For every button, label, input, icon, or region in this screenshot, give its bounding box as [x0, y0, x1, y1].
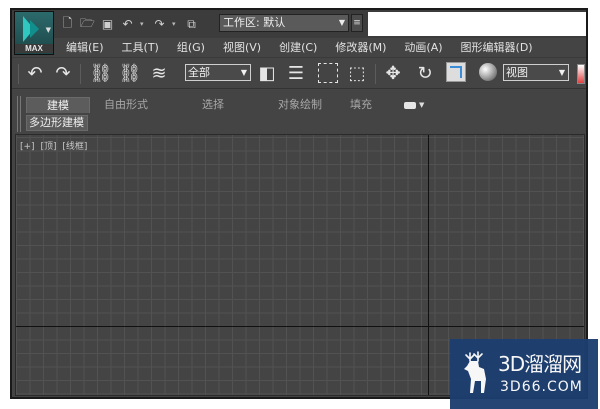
menu-views[interactable]: 视图(V)	[213, 39, 269, 55]
select-and-link-icon[interactable]: ⛓	[90, 62, 113, 84]
select-and-place-icon[interactable]	[479, 63, 497, 81]
tab-selection[interactable]: 选择	[188, 97, 238, 113]
menu-create[interactable]: 创建(C)	[269, 39, 325, 55]
redo-dropdown-icon[interactable]: ▾	[172, 20, 179, 28]
toolbar-separator	[80, 64, 81, 84]
menu-tools[interactable]: 工具(T)	[112, 39, 167, 55]
selection-filter-select[interactable]: 全部 ▼	[185, 64, 251, 81]
chevron-down-icon: ▼	[419, 101, 425, 109]
menu-bar: 编辑(E) 工具(T) 组(G) 视图(V) 创建(C) 修改器(M) 动画(A…	[56, 38, 586, 56]
viewport-shading-mode[interactable]: [线框]	[62, 142, 87, 152]
undo-icon[interactable]: ↶	[24, 62, 46, 84]
main-toolbar: ↶ ↷ ⛓ ⛓ ≋ 全部 ▼ ◧ ☰ ⬚ ✥ ↻ 视图 ▼	[12, 57, 586, 89]
undo-icon[interactable]: ↶	[120, 17, 135, 32]
reference-coordinate-value: 视图	[506, 66, 528, 79]
use-pivot-center-icon[interactable]	[577, 64, 585, 84]
ribbon-options-icon	[404, 101, 416, 109]
tab-modeling[interactable]: 建模	[26, 97, 90, 113]
title-area-blank	[368, 12, 586, 36]
ribbon: 建模 自由形式 选择 对象绘制 填充 ▼ 多边形建模	[12, 92, 586, 132]
menu-modifiers[interactable]: 修改器(M)	[325, 39, 394, 55]
customize-quick-access-button[interactable]: ≡	[351, 14, 363, 32]
reference-coordinate-select[interactable]: 视图 ▼	[503, 64, 569, 81]
ribbon-tabs: 建模 自由形式 选择 对象绘制 填充 ▼	[26, 96, 424, 114]
undo-dropdown-icon[interactable]: ▾	[140, 20, 147, 28]
app-logo-text: MAX	[15, 44, 53, 53]
polygon-modeling-panel[interactable]: 多边形建模	[26, 115, 88, 131]
viewport-menu-plus[interactable]: [+]	[20, 142, 35, 152]
menu-graph-editors[interactable]: 图形编辑器(D)	[451, 39, 541, 55]
save-icon[interactable]: ▣	[100, 17, 115, 32]
title-bar: ▼ MAX 🗋 🗁 ▣ ↶ ▾ ↷ ▾ ⧉ 工作区: 默认 ▼ ≡	[12, 10, 586, 55]
grid-axis-horizontal	[16, 326, 584, 327]
project-folder-icon[interactable]: ⧉	[184, 17, 199, 32]
open-folder-icon[interactable]: 🗁	[80, 16, 95, 32]
watermark-url: 3D66.COM	[500, 379, 583, 395]
menu-animation[interactable]: 动画(A)	[394, 39, 450, 55]
select-object-icon[interactable]: ◧	[256, 62, 278, 84]
redo-icon[interactable]: ↷	[52, 62, 74, 84]
toolbar-separator	[375, 64, 376, 84]
tab-object-paint[interactable]: 对象绘制	[264, 97, 336, 113]
tab-freeform[interactable]: 自由形式	[90, 97, 162, 113]
menu-edit[interactable]: 编辑(E)	[56, 39, 112, 55]
chevron-down-icon: ▼	[240, 68, 247, 77]
grid-axis-vertical	[428, 135, 429, 395]
viewport-label[interactable]: [+] [顶] [线框]	[20, 139, 90, 152]
select-by-name-icon[interactable]: ☰	[285, 62, 307, 84]
select-and-move-icon[interactable]: ✥	[382, 62, 404, 84]
watermark-title: 3D溜溜网	[498, 352, 582, 376]
app-menu-caret-icon: ▼	[45, 26, 51, 34]
unlink-selection-icon[interactable]: ⛓	[119, 62, 142, 84]
bind-to-space-warp-icon[interactable]: ≋	[148, 62, 170, 84]
ribbon-handle[interactable]	[17, 96, 21, 132]
window-crossing-icon[interactable]: ⬚	[346, 62, 368, 84]
select-and-scale-icon[interactable]	[446, 62, 466, 82]
toolbar-handle	[18, 64, 19, 84]
workspace-label: 工作区: 默认	[223, 16, 286, 29]
menu-group[interactable]: 组(G)	[167, 39, 213, 55]
ribbon-options-button[interactable]: ▼	[386, 101, 424, 109]
viewport-view-name[interactable]: [顶]	[40, 142, 56, 152]
new-file-icon[interactable]: 🗋	[60, 16, 75, 32]
chevron-down-icon: ▼	[558, 68, 565, 77]
selection-filter-value: 全部	[188, 66, 210, 79]
app-logo-accent	[30, 20, 39, 38]
workspace-select[interactable]: 工作区: 默认 ▼	[219, 14, 349, 32]
watermark-logo: 3D溜溜网 3D66.COM	[450, 339, 598, 409]
application-button[interactable]: ▼ MAX	[14, 11, 54, 55]
rectangular-selection-icon[interactable]	[318, 63, 338, 83]
quick-access-toolbar: 🗋 🗁 ▣ ↶ ▾ ↷ ▾ ⧉	[60, 13, 199, 35]
tab-populate[interactable]: 填充	[336, 97, 386, 113]
chevron-down-icon: ▼	[338, 18, 345, 27]
redo-icon[interactable]: ↷	[152, 17, 167, 32]
deer-icon	[464, 351, 486, 393]
select-and-rotate-icon[interactable]: ↻	[414, 62, 436, 84]
